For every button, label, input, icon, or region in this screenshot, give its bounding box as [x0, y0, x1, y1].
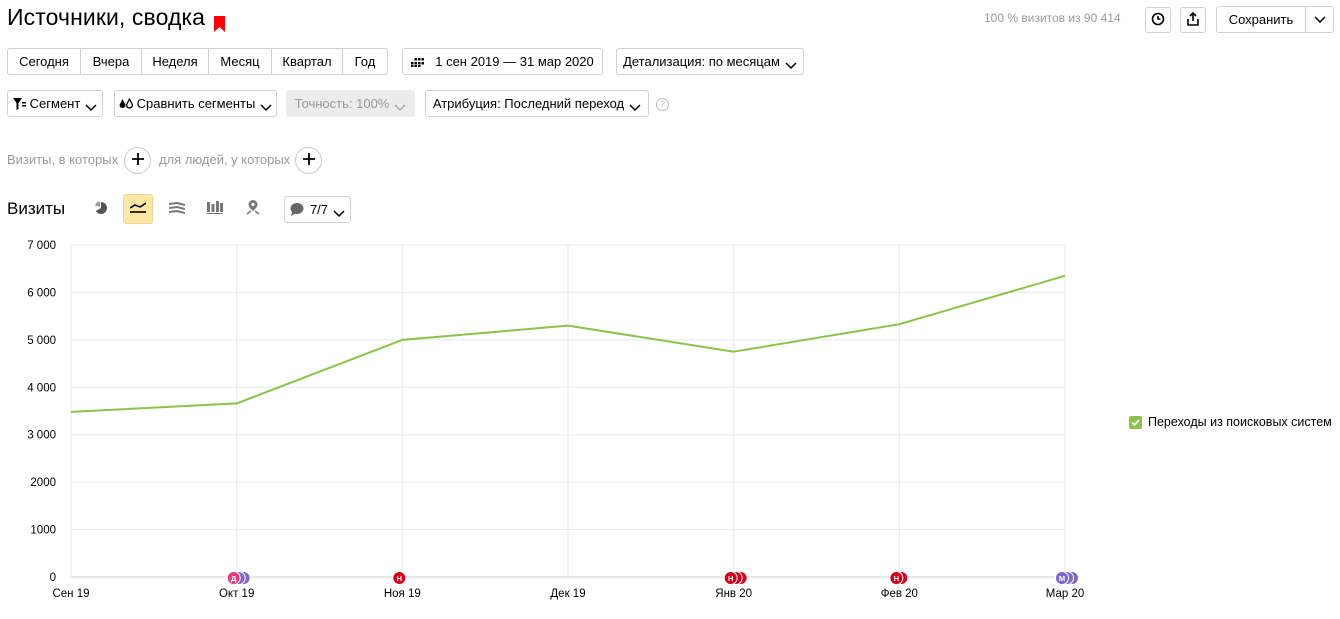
annotation-letter: М — [1059, 574, 1065, 583]
period-month[interactable]: Месяц — [208, 48, 272, 75]
detail-label: Детализация: по месяцам — [623, 54, 780, 69]
y-tick-label: 5 000 — [27, 335, 56, 347]
date-range-label: 1 сен 2019 — 31 мар 2020 — [435, 54, 594, 69]
chart-legend: Переходы из поисковых систем — [1129, 415, 1332, 429]
period-year[interactable]: Год — [342, 48, 388, 75]
visits-condition-label: Визиты, в которых — [7, 152, 119, 167]
y-tick-label: 0 — [50, 572, 56, 584]
save-button[interactable]: Сохранить — [1216, 6, 1306, 33]
line-view-button[interactable] — [123, 194, 153, 224]
area-view-button[interactable] — [162, 194, 192, 224]
help-icon[interactable]: ? — [656, 98, 669, 111]
compare-segments-dropdown[interactable]: Сравнить сегменты — [114, 90, 277, 117]
annotation-letter: Н — [894, 574, 899, 583]
notes-dropdown[interactable]: 7/7 — [284, 196, 351, 223]
period-quarter[interactable]: Квартал — [271, 48, 343, 75]
compare-icon — [119, 97, 133, 110]
y-tick-label: 2000 — [30, 477, 56, 489]
y-tick-label: 4 000 — [27, 382, 56, 394]
accuracy-dropdown[interactable]: Точность: 100% — [286, 90, 415, 117]
legend-label: Переходы из поисковых систем — [1148, 415, 1332, 429]
add-people-condition-button[interactable] — [295, 147, 322, 174]
clock-icon — [1151, 12, 1165, 29]
legend-checkbox[interactable] — [1129, 415, 1142, 429]
line-chart-icon — [129, 201, 147, 217]
share-icon — [1186, 11, 1200, 29]
date-range-button[interactable]: 1 сен 2019 — 31 мар 2020 — [402, 48, 603, 75]
chevron-down-icon — [333, 206, 345, 217]
pie-view-button[interactable] — [86, 194, 116, 224]
save-options-button[interactable] — [1305, 6, 1334, 33]
chevron-down-icon — [629, 100, 641, 111]
x-tick-label: Фев 20 — [881, 588, 918, 600]
chevron-down-icon — [1313, 12, 1326, 27]
chevron-down-icon — [785, 58, 797, 69]
plus-icon — [302, 153, 315, 168]
period-yesterday[interactable]: Вчера — [80, 48, 142, 75]
plus-icon — [131, 153, 144, 168]
period-week[interactable]: Неделя — [141, 48, 209, 75]
segment-dropdown[interactable]: Сегмент — [7, 90, 103, 117]
x-tick-label: Дек 19 — [550, 588, 585, 600]
stacked-area-icon — [168, 201, 186, 217]
page-title: Источники, сводка — [7, 4, 226, 32]
attribution-label: Атрибуция: Последний переход — [432, 96, 625, 111]
y-tick-label: 7 000 — [27, 240, 56, 252]
annotation-letter: Н — [728, 574, 733, 583]
x-tick-label: Мар 20 — [1046, 588, 1085, 600]
compare-label: Сравнить сегменты — [136, 96, 256, 111]
notes-count: 7/7 — [309, 202, 329, 217]
map-view-button[interactable] — [238, 194, 268, 224]
segment-label: Сегмент — [29, 96, 81, 111]
y-tick-label: 3 000 — [27, 430, 56, 442]
x-tick-label: Ноя 19 — [384, 588, 421, 600]
attribution-dropdown[interactable]: Атрибуция: Последний переход — [425, 90, 649, 117]
visits-line-chart: 0 1000 2000 3 000 4 000 5 000 6 000 7 000 Сен 19… — [27, 240, 1085, 600]
export-button[interactable] — [1180, 7, 1206, 33]
accuracy-label: Точность: 100% — [294, 96, 390, 111]
filter-icon — [12, 97, 26, 110]
y-tick-label: 6 000 — [27, 287, 56, 299]
coverage-text: 100 % визитов из 90 414 — [984, 11, 1121, 25]
chevron-down-icon — [85, 100, 97, 111]
comment-icon — [290, 203, 304, 216]
bar-chart-icon — [207, 201, 223, 217]
x-tick-label: Янв 20 — [715, 588, 752, 600]
chevron-down-icon — [260, 100, 272, 111]
people-condition-label: для людей, у которых — [159, 152, 291, 167]
y-tick-label: 1000 — [30, 525, 56, 537]
chart-title: Визиты — [7, 199, 66, 218]
map-pin-icon — [246, 200, 260, 218]
chevron-down-icon — [394, 100, 406, 111]
history-button[interactable] — [1145, 7, 1171, 33]
x-tick-label: Окт 19 — [219, 588, 254, 600]
page-title-text: Источники, сводка — [7, 4, 206, 30]
annotation-letter: Н — [397, 574, 402, 583]
period-today[interactable]: Сегодня — [7, 48, 81, 75]
pie-chart-icon — [94, 201, 108, 218]
annotation-letter: Д — [231, 574, 237, 583]
calendar-icon — [411, 57, 425, 67]
add-visit-condition-button[interactable] — [124, 147, 151, 174]
detail-dropdown[interactable]: Детализация: по месяцам — [616, 48, 804, 75]
x-tick-label: Сен 19 — [52, 588, 89, 600]
period-selector: Сегодня Вчера Неделя Месяц Квартал Год — [7, 48, 388, 75]
bookmark-icon[interactable] — [214, 11, 226, 32]
bar-view-button[interactable] — [200, 194, 230, 224]
